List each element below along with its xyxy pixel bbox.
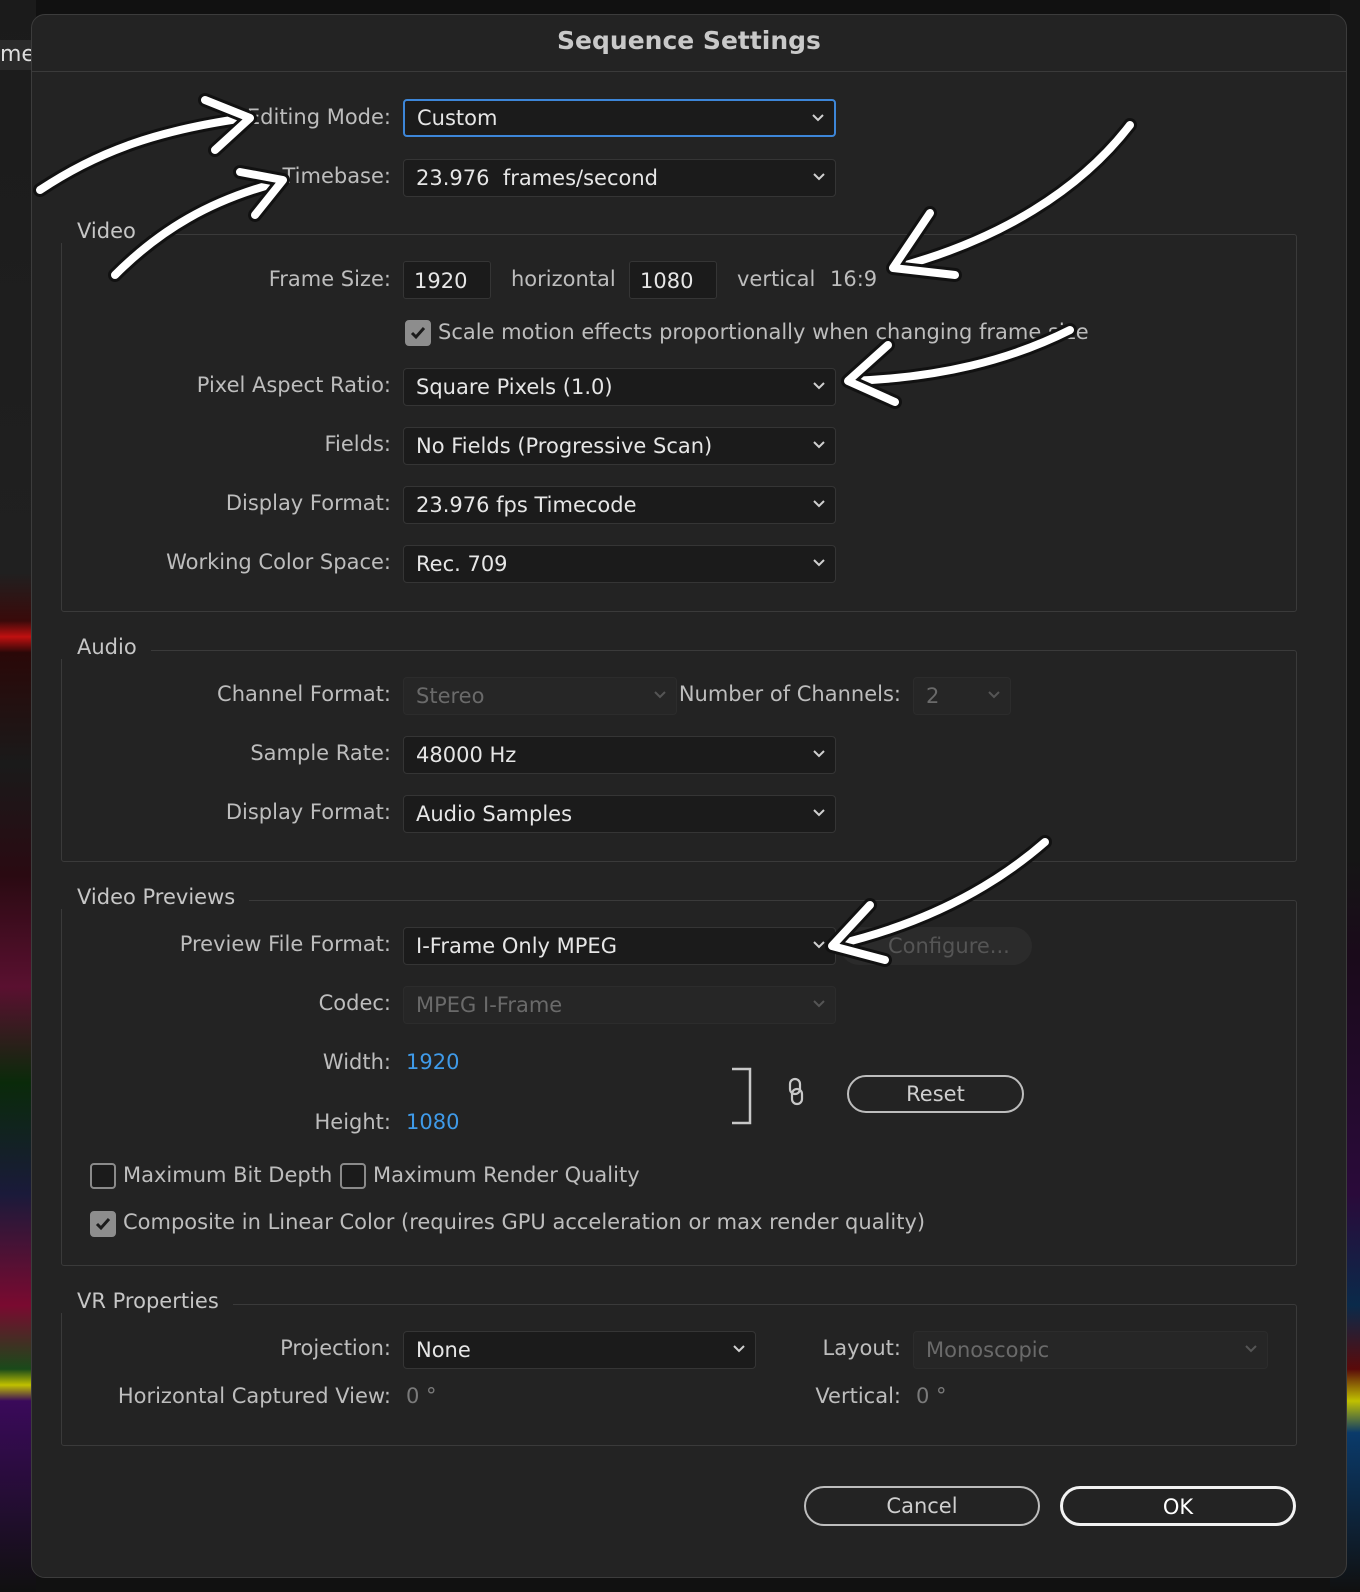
chevron-down-icon	[813, 440, 825, 450]
working-color-space-select[interactable]: Rec. 709	[403, 545, 836, 583]
video-display-format-select[interactable]: 23.976 fps Timecode	[403, 486, 836, 524]
layout-select[interactable]: Monoscopic	[913, 1331, 1268, 1369]
frame-size-label: Frame Size:	[268, 267, 391, 291]
dimension-bracket-icon	[730, 1067, 754, 1129]
editing-mode-label: Editing Mode:	[246, 105, 391, 129]
projection-value: None	[416, 1338, 471, 1362]
channel-format-value: Stereo	[416, 684, 485, 708]
layout-label: Layout:	[822, 1336, 901, 1360]
preview-height-value[interactable]: 1080	[406, 1110, 459, 1134]
checkmark-icon	[410, 327, 426, 340]
audio-display-format-select[interactable]: Audio Samples	[403, 795, 836, 833]
vertical-view-value: 0 °	[916, 1384, 947, 1408]
chevron-down-icon	[1245, 1344, 1257, 1354]
chevron-down-icon	[813, 940, 825, 950]
cancel-button[interactable]: Cancel	[804, 1486, 1040, 1526]
timebase-select[interactable]: 23.976 frames/second	[403, 159, 836, 197]
horizontal-captured-view-value: 0 °	[406, 1384, 437, 1408]
chevron-down-icon	[813, 499, 825, 509]
chevron-down-icon	[813, 381, 825, 391]
projection-select[interactable]: None	[403, 1331, 756, 1369]
timebase-value: 23.976 frames/second	[416, 166, 659, 190]
preview-file-format-select[interactable]: I-Frame Only MPEG	[403, 927, 836, 965]
vr-properties-group-title: VR Properties	[61, 1289, 233, 1313]
codec-select[interactable]: MPEG I-Frame	[403, 986, 836, 1024]
number-of-channels-value: 2	[926, 684, 940, 708]
chevron-down-icon	[813, 808, 825, 818]
vertical-label: vertical	[737, 267, 816, 291]
max-bit-depth-checkbox[interactable]	[90, 1163, 116, 1189]
working-color-space-label: Working Color Space:	[166, 550, 391, 574]
audio-group-title: Audio	[61, 635, 151, 659]
chevron-down-icon	[812, 113, 824, 123]
vertical-view-label: Vertical:	[815, 1384, 901, 1408]
preview-width-label: Width:	[322, 1050, 391, 1074]
dialog-title: Sequence Settings	[32, 15, 1346, 72]
frame-height-field[interactable]: 1080	[629, 261, 717, 299]
chevron-down-icon	[813, 999, 825, 1009]
codec-label: Codec:	[318, 991, 391, 1015]
audio-display-format-label: Display Format:	[225, 800, 391, 824]
sequence-settings-dialog: Sequence Settings Editing Mode: Custom T…	[31, 14, 1347, 1578]
chevron-down-icon	[813, 558, 825, 568]
video-display-format-value: 23.976 fps Timecode	[416, 493, 637, 517]
channel-format-label: Channel Format:	[217, 682, 391, 706]
frame-width-field[interactable]: 1920	[403, 261, 491, 299]
scale-motion-checkbox[interactable]	[405, 320, 431, 346]
layout-value: Monoscopic	[926, 1338, 1050, 1362]
preview-height-label: Height:	[314, 1110, 392, 1134]
timebase-label: Timebase:	[282, 164, 391, 188]
sample-rate-select[interactable]: 48000 Hz	[403, 736, 836, 774]
horizontal-captured-view-label: Horizontal Captured View:	[117, 1384, 391, 1408]
sample-rate-value: 48000 Hz	[416, 743, 517, 767]
composite-linear-checkbox[interactable]	[90, 1211, 116, 1237]
working-color-space-value: Rec. 709	[416, 552, 508, 576]
channel-format-select[interactable]: Stereo	[403, 677, 677, 715]
preview-file-format-value: I-Frame Only MPEG	[416, 934, 617, 958]
checkmark-icon	[95, 1218, 111, 1231]
number-of-channels-select[interactable]: 2	[913, 677, 1011, 715]
video-display-format-label: Display Format:	[225, 491, 391, 515]
pixel-aspect-ratio-select[interactable]: Square Pixels (1.0)	[403, 368, 836, 406]
max-render-quality-checkbox[interactable]	[340, 1163, 366, 1189]
fields-label: Fields:	[324, 432, 392, 456]
composite-linear-label: Composite in Linear Color (requires GPU …	[123, 1210, 926, 1234]
fields-select[interactable]: No Fields (Progressive Scan)	[403, 427, 836, 465]
editing-mode-select[interactable]: Custom	[403, 99, 836, 137]
audio-display-format-value: Audio Samples	[416, 802, 573, 826]
chevron-down-icon	[813, 749, 825, 759]
preview-width-value[interactable]: 1920	[406, 1050, 459, 1074]
reset-button[interactable]: Reset	[847, 1075, 1024, 1113]
link-icon[interactable]	[787, 1077, 805, 1111]
projection-label: Projection:	[280, 1336, 391, 1360]
aspect-ratio-readout: 16:9	[830, 267, 878, 291]
pixel-aspect-ratio-label: Pixel Aspect Ratio:	[196, 373, 391, 397]
scale-motion-label: Scale motion effects proportionally when…	[438, 320, 1089, 344]
video-group-title: Video	[61, 219, 150, 243]
codec-value: MPEG I-Frame	[416, 993, 563, 1017]
max-bit-depth-label: Maximum Bit Depth	[123, 1163, 333, 1187]
vr-properties-group	[61, 1304, 1297, 1446]
chevron-down-icon	[654, 690, 666, 700]
sample-rate-label: Sample Rate:	[250, 741, 391, 765]
fields-value: No Fields (Progressive Scan)	[416, 434, 713, 458]
ok-button[interactable]: OK	[1060, 1486, 1296, 1526]
chevron-down-icon	[813, 172, 825, 182]
chevron-down-icon	[988, 690, 1000, 700]
chevron-down-icon	[733, 1344, 745, 1354]
max-render-quality-label: Maximum Render Quality	[373, 1163, 640, 1187]
number-of-channels-label: Number of Channels:	[678, 682, 901, 706]
horizontal-label: horizontal	[511, 267, 616, 291]
video-previews-group-title: Video Previews	[61, 885, 250, 909]
pixel-aspect-ratio-value: Square Pixels (1.0)	[416, 375, 613, 399]
preview-file-format-label: Preview File Format:	[179, 932, 391, 956]
configure-button[interactable]: Configure...	[840, 927, 1032, 965]
editing-mode-value: Custom	[417, 106, 498, 130]
